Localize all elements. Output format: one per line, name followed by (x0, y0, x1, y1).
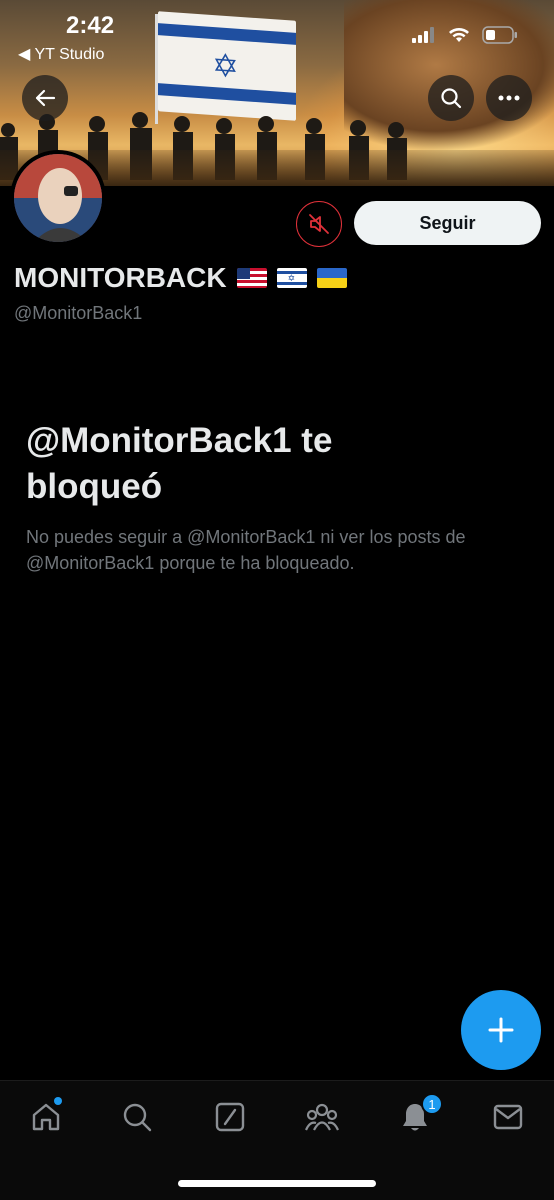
follow-button[interactable]: Seguir (354, 201, 541, 245)
communities-icon (305, 1103, 339, 1131)
avatar-portrait (14, 154, 102, 242)
profile-handle: @MonitorBack1 (14, 303, 143, 323)
arrow-left-icon (35, 89, 56, 107)
blocked-description: No puedes seguir a @MonitorBack1 ni ver … (26, 527, 466, 573)
status-time: 2:42 (66, 12, 115, 39)
tab-communities[interactable] (300, 1095, 344, 1139)
back-to-app-link[interactable]: ◀ YT Studio (18, 44, 104, 64)
search-icon (123, 1103, 152, 1132)
more-options-button[interactable] (486, 75, 532, 121)
home-indicator[interactable] (178, 1180, 376, 1187)
unmute-button[interactable] (296, 201, 342, 247)
profile-avatar[interactable] (10, 150, 106, 246)
grok-icon (215, 1102, 245, 1132)
tab-search[interactable] (115, 1095, 159, 1139)
tab-home[interactable] (24, 1095, 68, 1139)
signal-icon (412, 27, 434, 43)
israel-flag-emoji: ✡ (276, 268, 307, 288)
compose-post-button[interactable] (461, 990, 541, 1070)
notifications-badge: 1 (421, 1093, 443, 1115)
display-name-text: MONITORBACK (14, 262, 227, 293)
muted-speaker-icon (309, 214, 329, 234)
search-icon (441, 88, 462, 109)
tab-notifications[interactable]: 1 (393, 1093, 443, 1139)
mail-icon (493, 1104, 523, 1130)
search-button[interactable] (428, 75, 474, 121)
home-icon (32, 1103, 60, 1131)
us-flag-emoji (236, 268, 267, 288)
ukraine-flag-emoji (316, 268, 347, 288)
back-button[interactable] (22, 75, 68, 121)
tab-messages[interactable] (486, 1095, 530, 1139)
blocked-title: @MonitorBack1 te bloqueó (26, 421, 333, 506)
home-new-posts-dot (54, 1097, 62, 1105)
wifi-icon (449, 28, 469, 42)
status-bar: 2:42 ◀ YT Studio (0, 0, 554, 70)
profile-display-name: MONITORBACK ✡ (14, 262, 347, 294)
status-icons (412, 26, 518, 44)
plus-icon (488, 1017, 514, 1043)
tab-grok[interactable] (208, 1095, 252, 1139)
more-horizontal-icon (498, 95, 520, 101)
battery-icon (482, 26, 517, 44)
